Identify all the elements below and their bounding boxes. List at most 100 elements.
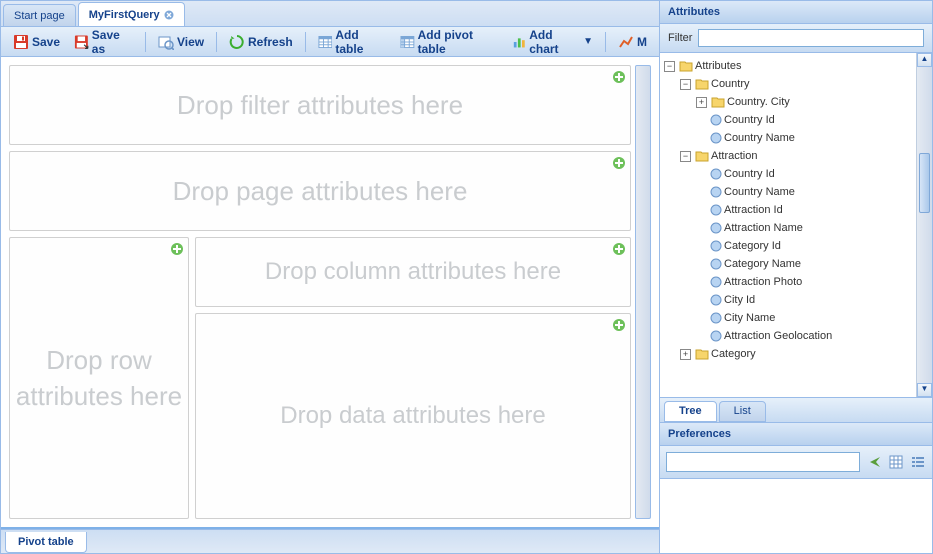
tab-tree-view[interactable]: Tree (664, 401, 717, 422)
save-button[interactable]: Save (7, 31, 66, 53)
tab-label: Tree (679, 405, 702, 417)
node-label: Country Name (724, 132, 795, 144)
expand-icon[interactable]: + (696, 97, 707, 108)
tree-node-country-name[interactable]: Country Name (662, 129, 930, 147)
tree-scrollbar[interactable]: ▲ ▼ (916, 53, 932, 397)
tab-myfirstquery[interactable]: MyFirstQuery (78, 2, 185, 26)
app-root: Start page MyFirstQuery Save Save as Vie… (0, 0, 933, 554)
node-label: Country Id (724, 114, 775, 126)
view-button[interactable]: View (152, 31, 210, 53)
collapse-icon[interactable]: − (680, 151, 691, 162)
tree-node-country-city[interactable]: + Country. City (662, 93, 930, 111)
canvas-scrollbar[interactable] (635, 65, 651, 519)
attribute-icon (710, 168, 722, 180)
tree-node-country[interactable]: − Country (662, 75, 930, 93)
add-pivot-button[interactable]: Add pivot table (394, 25, 504, 59)
add-icon[interactable] (612, 156, 626, 170)
collapse-icon[interactable]: − (664, 61, 675, 72)
drop-placeholder: Drop filter attributes here (177, 87, 463, 123)
drop-column-zone[interactable]: Drop column attributes here (195, 237, 631, 307)
tab-list-view[interactable]: List (719, 401, 766, 422)
lower-row: Drop row attributes here Drop column att… (9, 237, 631, 519)
apply-icon[interactable] (866, 454, 882, 470)
button-label: Refresh (248, 35, 293, 49)
tab-start-page[interactable]: Start page (3, 4, 76, 26)
drop-filter-zone[interactable]: Drop filter attributes here (9, 65, 631, 145)
filter-label: Filter (668, 32, 692, 44)
button-label: Add table (335, 28, 385, 56)
right-pane: Attributes Filter − Attributes − Country… (660, 1, 932, 553)
node-label: Country. City (727, 96, 790, 108)
node-label: Country Name (724, 186, 795, 198)
tree-node-attraction-item[interactable]: Country Name (662, 183, 930, 201)
attribute-icon (710, 258, 722, 270)
button-label: View (177, 35, 204, 49)
node-label: City Id (724, 294, 755, 306)
attribute-icon (710, 114, 722, 126)
add-icon[interactable] (612, 242, 626, 256)
close-icon[interactable] (164, 10, 174, 20)
add-icon[interactable] (612, 70, 626, 84)
tree-node-attraction-item[interactable]: City Id (662, 291, 930, 309)
preferences-toolbar (660, 446, 932, 479)
button-label: M (637, 35, 647, 49)
attribute-icon (710, 132, 722, 144)
add-table-button[interactable]: Add table (312, 25, 392, 59)
main-toolbar: Save Save as View Refresh Add table (1, 27, 659, 57)
folder-icon (695, 150, 709, 162)
drop-page-zone[interactable]: Drop page attributes here (9, 151, 631, 231)
collapse-icon[interactable]: − (680, 79, 691, 90)
node-label: City Name (724, 312, 775, 324)
table-icon (318, 34, 333, 50)
tab-label: MyFirstQuery (89, 9, 160, 21)
bottom-tabs: Pivot table (1, 529, 659, 553)
attributes-tree: − Attributes − Country + Country. City C… (660, 53, 932, 397)
node-label: Attraction Photo (724, 276, 802, 288)
tree-node-attraction-item[interactable]: Attraction Name (662, 219, 930, 237)
scroll-down-icon[interactable]: ▼ (917, 383, 932, 397)
preferences-input[interactable] (666, 452, 860, 472)
tree-node-category[interactable]: + Category (662, 345, 930, 363)
tree-node-attraction[interactable]: − Attraction (662, 147, 930, 165)
button-label: Add pivot table (418, 28, 498, 56)
drop-row-zone[interactable]: Drop row attributes here (9, 237, 189, 519)
attribute-icon (710, 312, 722, 324)
save-as-button[interactable]: Save as (68, 25, 139, 59)
separator (145, 32, 146, 52)
filter-row: Filter (660, 24, 932, 53)
tree-node-attraction-item[interactable]: Category Name (662, 255, 930, 273)
tree-node-country-id[interactable]: Country Id (662, 111, 930, 129)
drop-placeholder: Drop row attributes here (10, 342, 188, 415)
list-icon[interactable] (910, 454, 926, 470)
refresh-button[interactable]: Refresh (223, 31, 299, 53)
expand-icon[interactable]: + (680, 349, 691, 360)
more-icon (618, 34, 634, 50)
grid-icon[interactable] (888, 454, 904, 470)
drop-placeholder: Drop column attributes here (265, 255, 561, 289)
add-chart-button[interactable]: Add chart ▼ (506, 25, 599, 59)
attribute-icon (710, 294, 722, 306)
dropdown-icon[interactable]: ▼ (583, 36, 593, 47)
preferences-panel: Preferences (660, 423, 932, 553)
drop-data-zone[interactable]: Drop data attributes here (195, 313, 631, 519)
scroll-up-icon[interactable]: ▲ (917, 53, 932, 67)
add-icon[interactable] (170, 242, 184, 256)
tree-node-attraction-item[interactable]: Country Id (662, 165, 930, 183)
tree-node-attraction-item[interactable]: City Name (662, 309, 930, 327)
tab-label: List (734, 405, 751, 417)
left-pane: Start page MyFirstQuery Save Save as Vie… (1, 1, 660, 553)
filter-input[interactable] (698, 29, 924, 47)
tree-node-attraction-item[interactable]: Attraction Geolocation (662, 327, 930, 345)
view-icon (158, 34, 174, 50)
tree-node-attraction-item[interactable]: Attraction Id (662, 201, 930, 219)
tree-node-root[interactable]: − Attributes (662, 57, 930, 75)
scroll-thumb[interactable] (919, 153, 930, 213)
more-button[interactable]: M (612, 31, 653, 53)
tree-node-attraction-item[interactable]: Attraction Photo (662, 273, 930, 291)
button-label: Save as (92, 28, 133, 56)
preferences-header: Preferences (660, 423, 932, 446)
node-label: Attraction (711, 150, 757, 162)
tree-node-attraction-item[interactable]: Category Id (662, 237, 930, 255)
add-icon[interactable] (612, 318, 626, 332)
tab-pivot-table[interactable]: Pivot table (5, 532, 87, 553)
